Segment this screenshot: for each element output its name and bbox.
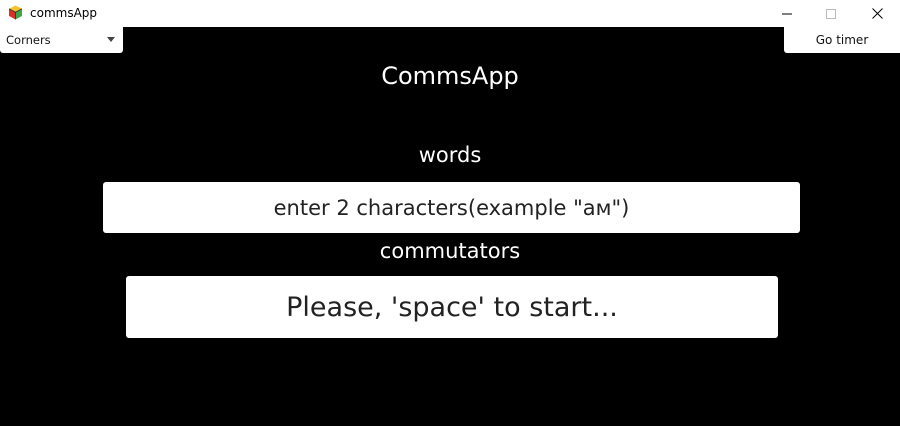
go-timer-button[interactable]: Go timer [784, 27, 900, 53]
words-input[interactable]: enter 2 characters(example "ам") [103, 182, 800, 233]
commutators-display[interactable]: Please, 'space' to start... [126, 276, 778, 338]
go-timer-label: Go timer [815, 33, 869, 47]
words-prompt: enter 2 characters(example "ам") [273, 195, 630, 220]
commutators-prompt: Please, 'space' to start... [286, 291, 618, 323]
window-title: commsApp [30, 6, 98, 20]
mode-select[interactable]: Corners [0, 27, 123, 53]
page-title: CommsApp [381, 62, 519, 90]
minimize-button[interactable] [764, 0, 810, 27]
words-label: words [418, 143, 482, 167]
close-icon [871, 8, 883, 19]
app-cube-icon [8, 5, 23, 20]
close-button[interactable] [854, 0, 900, 27]
title-bar[interactable]: commsApp [0, 0, 900, 27]
minimize-icon [782, 13, 792, 14]
commutators-label: commutators [379, 239, 521, 263]
maximize-icon [826, 8, 836, 19]
mode-select-value: Corners [6, 33, 51, 47]
maximize-button[interactable] [808, 0, 854, 27]
app-window: commsApp Corners Go timer CommsApp words… [0, 0, 900, 426]
chevron-down-icon [107, 37, 115, 42]
